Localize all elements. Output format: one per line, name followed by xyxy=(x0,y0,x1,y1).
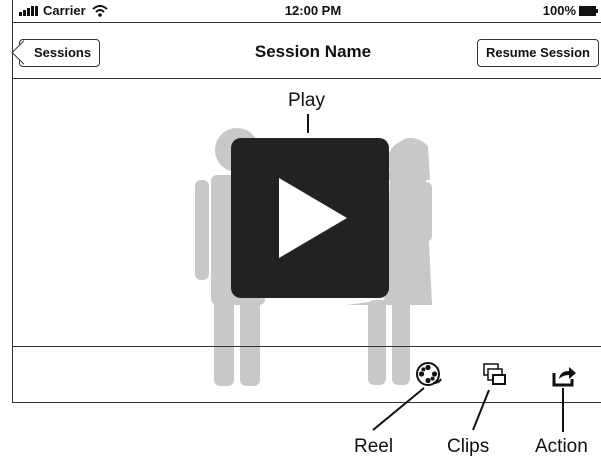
battery-percent: 100% xyxy=(542,3,576,18)
carrier-indicator: Carrier xyxy=(19,3,108,18)
carrier-label: Carrier xyxy=(43,3,86,18)
play-annotation: Play xyxy=(288,90,325,111)
resume-session-button[interactable]: Resume Session xyxy=(476,39,599,67)
play-button[interactable] xyxy=(231,138,389,298)
navigation-bar: Sessions Session Name Resume Session xyxy=(13,22,601,79)
battery-icon xyxy=(579,5,598,16)
bottom-toolbar xyxy=(13,346,601,403)
reel-annotation: Reel xyxy=(354,436,394,457)
film-reel-icon[interactable] xyxy=(415,361,443,389)
wifi-icon xyxy=(91,4,108,17)
clips-annotation: Clips xyxy=(447,436,490,457)
signal-bars-icon xyxy=(19,5,38,16)
play-triangle-icon xyxy=(279,178,347,258)
action-annotation: Action xyxy=(535,436,588,457)
share-action-icon[interactable] xyxy=(550,361,578,389)
status-bar: Carrier 12:00 PM 100% xyxy=(13,0,601,23)
clips-icon[interactable] xyxy=(481,361,509,389)
battery-indicator: 100% xyxy=(543,3,599,18)
